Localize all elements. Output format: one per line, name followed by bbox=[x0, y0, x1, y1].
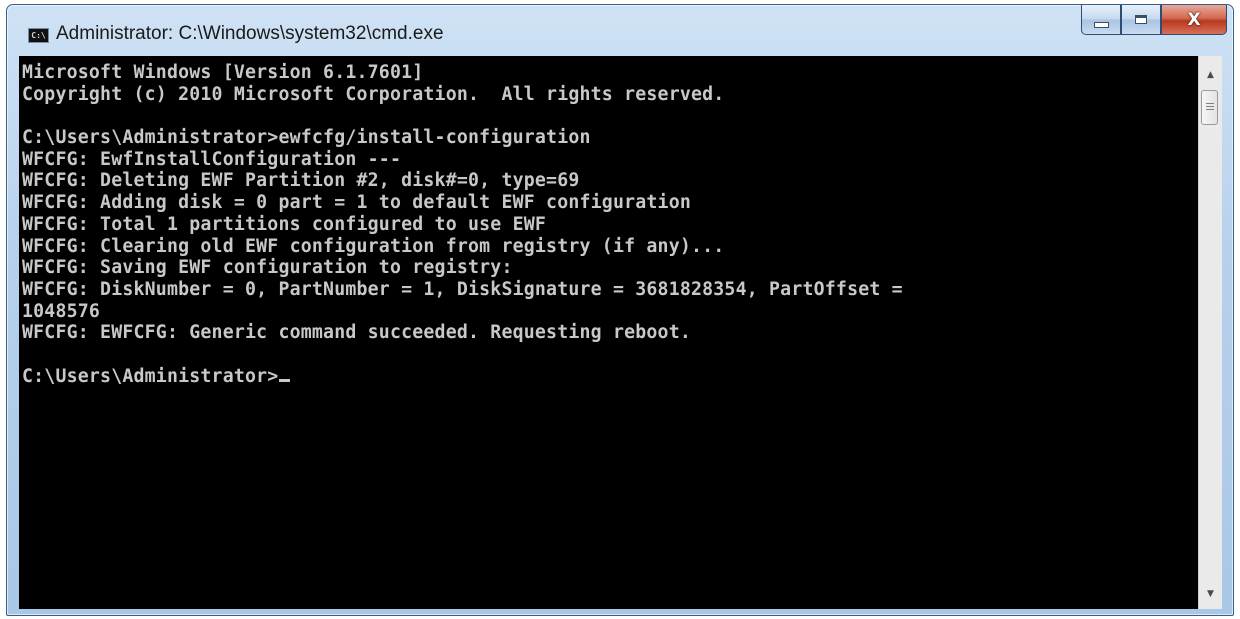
console-line: WFCFG: Deleting EWF Partition #2, disk#=… bbox=[22, 170, 580, 192]
cmd-window: C:\ Administrator: C:\Windows\system32\c… bbox=[6, 4, 1234, 616]
close-icon: X bbox=[1187, 9, 1201, 30]
grip-icon bbox=[1205, 103, 1214, 112]
scroll-thumb[interactable] bbox=[1201, 90, 1218, 125]
console-line: WFCFG: EWFCFG: Generic command succeeded… bbox=[22, 322, 691, 344]
console-line: WFCFG: DiskNumber = 0, PartNumber = 1, D… bbox=[22, 278, 903, 300]
console-line: WFCFG: Saving EWF configuration to regis… bbox=[22, 257, 513, 279]
console-line: Microsoft Windows [Version 6.1.7601] bbox=[22, 62, 424, 83]
vertical-scrollbar[interactable]: ▲ ▼ bbox=[1198, 56, 1222, 609]
title-bar[interactable]: C:\ Administrator: C:\Windows\system32\c… bbox=[7, 5, 1233, 57]
maximize-icon bbox=[1135, 15, 1147, 24]
minimize-icon bbox=[1093, 21, 1109, 28]
console-line: Copyright (c) 2010 Microsoft Corporation… bbox=[22, 83, 725, 105]
caption-buttons: X bbox=[1081, 5, 1227, 37]
prompt-line[interactable]: C:\Users\Administrator> bbox=[22, 366, 1198, 388]
console-line: WFCFG: Clearing old EWF configuration fr… bbox=[22, 235, 725, 257]
prompt-text: C:\Users\Administrator> bbox=[22, 365, 279, 387]
close-button[interactable]: X bbox=[1161, 5, 1227, 35]
console-text: Microsoft Windows [Version 6.1.7601] Copy… bbox=[19, 56, 1198, 387]
console-line: C:\Users\Administrator>ewfcfg/install-co… bbox=[22, 127, 591, 149]
maximize-button[interactable] bbox=[1121, 5, 1161, 35]
scroll-up-arrow-icon[interactable]: ▲ bbox=[1199, 64, 1222, 86]
console-line: 1048576 bbox=[22, 300, 101, 322]
minimize-button[interactable] bbox=[1081, 5, 1121, 35]
console-line: WFCFG: Total 1 partitions configured to … bbox=[22, 213, 547, 235]
console-output[interactable]: Microsoft Windows [Version 6.1.7601] Copy… bbox=[19, 56, 1198, 609]
console-line: WFCFG: EwfInstallConfiguration --- bbox=[22, 148, 402, 170]
scroll-down-arrow-icon[interactable]: ▼ bbox=[1199, 583, 1222, 605]
console-line: WFCFG: Adding disk = 0 part = 1 to defau… bbox=[22, 192, 691, 214]
window-title: Administrator: C:\Windows\system32\cmd.e… bbox=[56, 23, 444, 44]
cmd-icon[interactable]: C:\ bbox=[28, 28, 49, 43]
text-cursor bbox=[279, 378, 291, 382]
